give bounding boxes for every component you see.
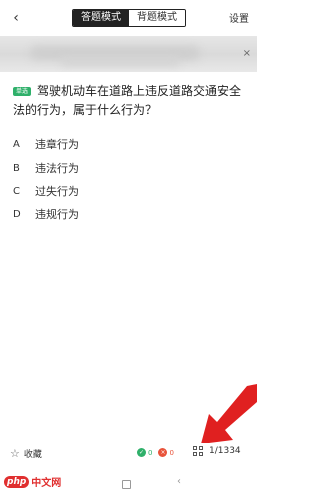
option-text: 违法行为 <box>35 162 79 175</box>
red-arrow-icon <box>201 384 257 444</box>
tab-recite-mode[interactable]: 背题模式 <box>129 10 185 26</box>
ad-banner[interactable]: × <box>0 36 257 72</box>
star-icon: ☆ <box>10 447 20 460</box>
question-text: 驾驶机动车在道路上违反道路交通安全法的行为，属于什么行为？ <box>13 84 242 117</box>
nav-back-icon[interactable]: ‹ <box>177 476 181 487</box>
top-bar: ‹ 答题模式 背题模式 设置 <box>0 0 257 36</box>
option-letter: B <box>13 162 20 174</box>
tab-answer-mode[interactable]: 答题模式 <box>73 10 129 26</box>
grid-icon <box>193 446 203 456</box>
watermark-logo: php 中文网 <box>4 474 61 489</box>
home-icon[interactable] <box>122 480 131 489</box>
option-text: 过失行为 <box>35 185 79 198</box>
banner-blur-content <box>60 56 180 66</box>
option-letter: D <box>13 208 21 220</box>
option-a[interactable]: A 违章行为 <box>13 135 79 153</box>
close-icon[interactable]: × <box>243 48 251 59</box>
wrong-count: 0 <box>169 448 174 457</box>
watermark-brand: php <box>4 475 30 488</box>
question-type-badge: 单选 <box>13 87 32 96</box>
back-icon: ‹ <box>13 10 19 26</box>
question-block: 单选 驾驶机动车在道路上违反道路交通安全法的行为，属于什么行为？ <box>13 82 249 120</box>
check-icon: ✓ <box>137 448 146 457</box>
answer-counts: ✓ 0 × 0 <box>137 448 174 457</box>
option-b[interactable]: B 违法行为 <box>13 159 79 177</box>
tab-answer-mode-label: 答题模式 <box>81 12 121 23</box>
option-text: 违规行为 <box>35 208 79 221</box>
option-c[interactable]: C 过失行为 <box>13 182 79 200</box>
settings-button[interactable]: 设置 <box>229 10 249 25</box>
correct-count: 0 <box>148 448 153 457</box>
back-button[interactable]: ‹ <box>6 8 26 28</box>
bottom-bar: ☆ 收藏 ✓ 0 × 0 1/1334 <box>0 443 257 465</box>
app-screen: ‹ 答题模式 背题模式 设置 × 单选 驾驶机动车在道路上违反道路交通安全法的行为… <box>0 0 257 500</box>
system-nav-bar: php 中文网 ‹ <box>0 472 257 500</box>
favorite-button[interactable]: ☆ 收藏 <box>10 447 42 460</box>
option-letter: A <box>13 138 20 150</box>
option-d[interactable]: D 违规行为 <box>13 205 79 223</box>
tab-recite-mode-label: 背题模式 <box>137 12 177 23</box>
option-text: 违章行为 <box>35 138 79 151</box>
watermark-site: 中文网 <box>31 478 62 489</box>
option-letter: C <box>13 185 20 197</box>
progress-counter: 1/1334 <box>209 446 241 456</box>
favorite-label: 收藏 <box>23 450 42 460</box>
mode-switch: 答题模式 背题模式 <box>72 9 186 27</box>
cross-icon: × <box>158 448 168 457</box>
question-grid-button[interactable]: 1/1334 <box>193 446 241 456</box>
